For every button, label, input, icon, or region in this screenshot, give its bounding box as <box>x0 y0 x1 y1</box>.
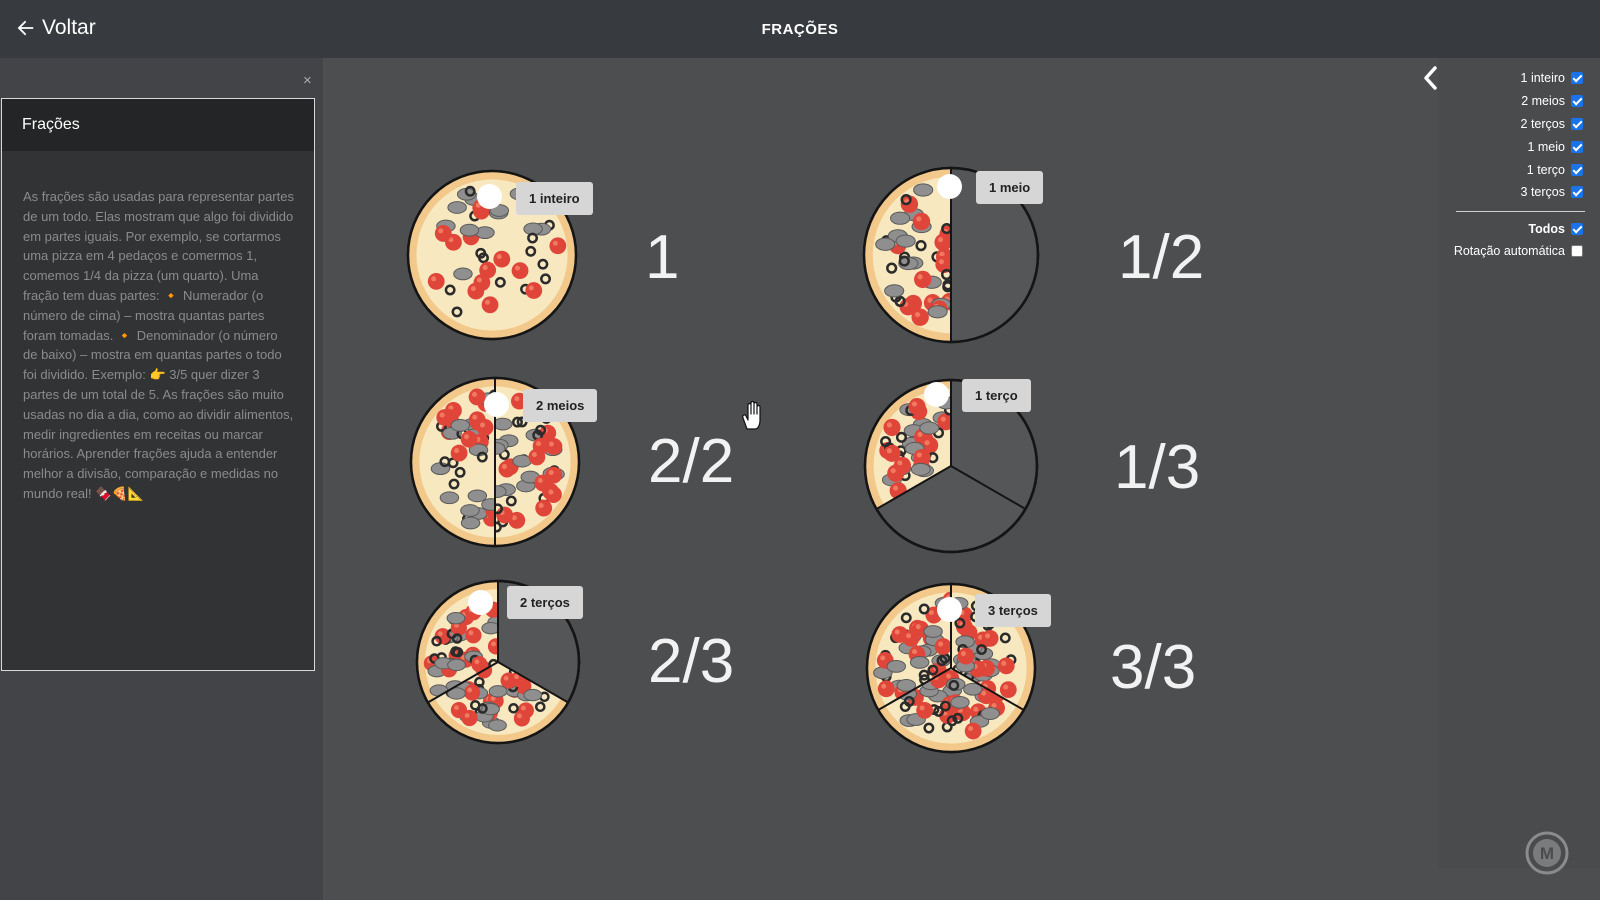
todos-checkbox[interactable] <box>1571 223 1583 235</box>
fraction-value: 1/2 <box>1118 223 1205 292</box>
option-row[interactable]: 2 terços <box>1521 114 1583 134</box>
todos-row[interactable]: Todos <box>1528 219 1583 239</box>
autorotate-row[interactable]: Rotação automática <box>1454 241 1583 261</box>
info-box: Frações As frações são usadas para repre… <box>1 98 315 671</box>
chevron-left-icon[interactable] <box>1423 66 1439 90</box>
option-label: 1 terço <box>1526 163 1565 177</box>
pizza-label[interactable]: 1 inteiro <box>516 182 593 215</box>
rotate-handle[interactable] <box>924 382 949 407</box>
pizza-label[interactable]: 1 terço <box>962 379 1031 412</box>
option-checkbox[interactable] <box>1571 164 1583 176</box>
rotate-handle[interactable] <box>484 392 509 417</box>
fraction-value: 2/2 <box>648 427 735 496</box>
rotate-handle[interactable] <box>468 590 493 615</box>
close-icon[interactable]: × <box>303 72 312 89</box>
pizza-label[interactable]: 1 meio <box>976 171 1044 204</box>
option-label: 2 meios <box>1521 94 1565 108</box>
svg-text:M: M <box>1540 844 1554 863</box>
info-title: Frações <box>2 99 314 151</box>
rotate-handle[interactable] <box>937 597 962 622</box>
option-label: 3 terços <box>1520 185 1565 199</box>
page-title: FRAÇÕES <box>761 21 839 38</box>
option-row[interactable]: 1 meio <box>1527 137 1583 157</box>
option-row[interactable]: 2 meios <box>1521 91 1583 111</box>
info-text: As frações são usadas para representar p… <box>23 189 294 501</box>
option-label: 2 terços <box>1520 117 1565 131</box>
option-label: 1 meio <box>1527 140 1565 154</box>
hand-cursor-icon <box>742 400 761 430</box>
todos-label: Todos <box>1528 222 1565 236</box>
option-row[interactable]: 1 terço <box>1527 160 1583 180</box>
autorotate-checkbox[interactable] <box>1571 245 1583 257</box>
option-row[interactable]: 3 terços <box>1521 182 1583 202</box>
option-checkbox[interactable] <box>1571 186 1583 198</box>
fraction-value: 2/3 <box>648 627 735 696</box>
pizza-label[interactable]: 3 terços <box>975 594 1051 627</box>
option-checkbox[interactable] <box>1571 72 1583 84</box>
rotate-handle[interactable] <box>477 184 502 209</box>
options-divider <box>1456 211 1585 212</box>
option-checkbox[interactable] <box>1571 118 1583 130</box>
pizza-label[interactable]: 2 meios <box>523 389 598 422</box>
m-logo-icon: M <box>1525 831 1569 875</box>
top-bar: Voltar FRAÇÕES <box>0 0 1600 58</box>
autorotate-label: Rotação automática <box>1453 244 1565 258</box>
fraction-value: 1/3 <box>1114 433 1201 502</box>
option-checkbox[interactable] <box>1571 141 1583 153</box>
option-row[interactable]: 1 inteiro <box>1521 68 1583 88</box>
option-label: 1 inteiro <box>1520 71 1565 85</box>
fraction-value: 3/3 <box>1110 633 1197 702</box>
pizza-label[interactable]: 2 terços <box>507 586 583 619</box>
option-checkbox[interactable] <box>1571 95 1583 107</box>
rotate-handle[interactable] <box>937 174 962 199</box>
fraction-value: 1 <box>645 223 680 292</box>
